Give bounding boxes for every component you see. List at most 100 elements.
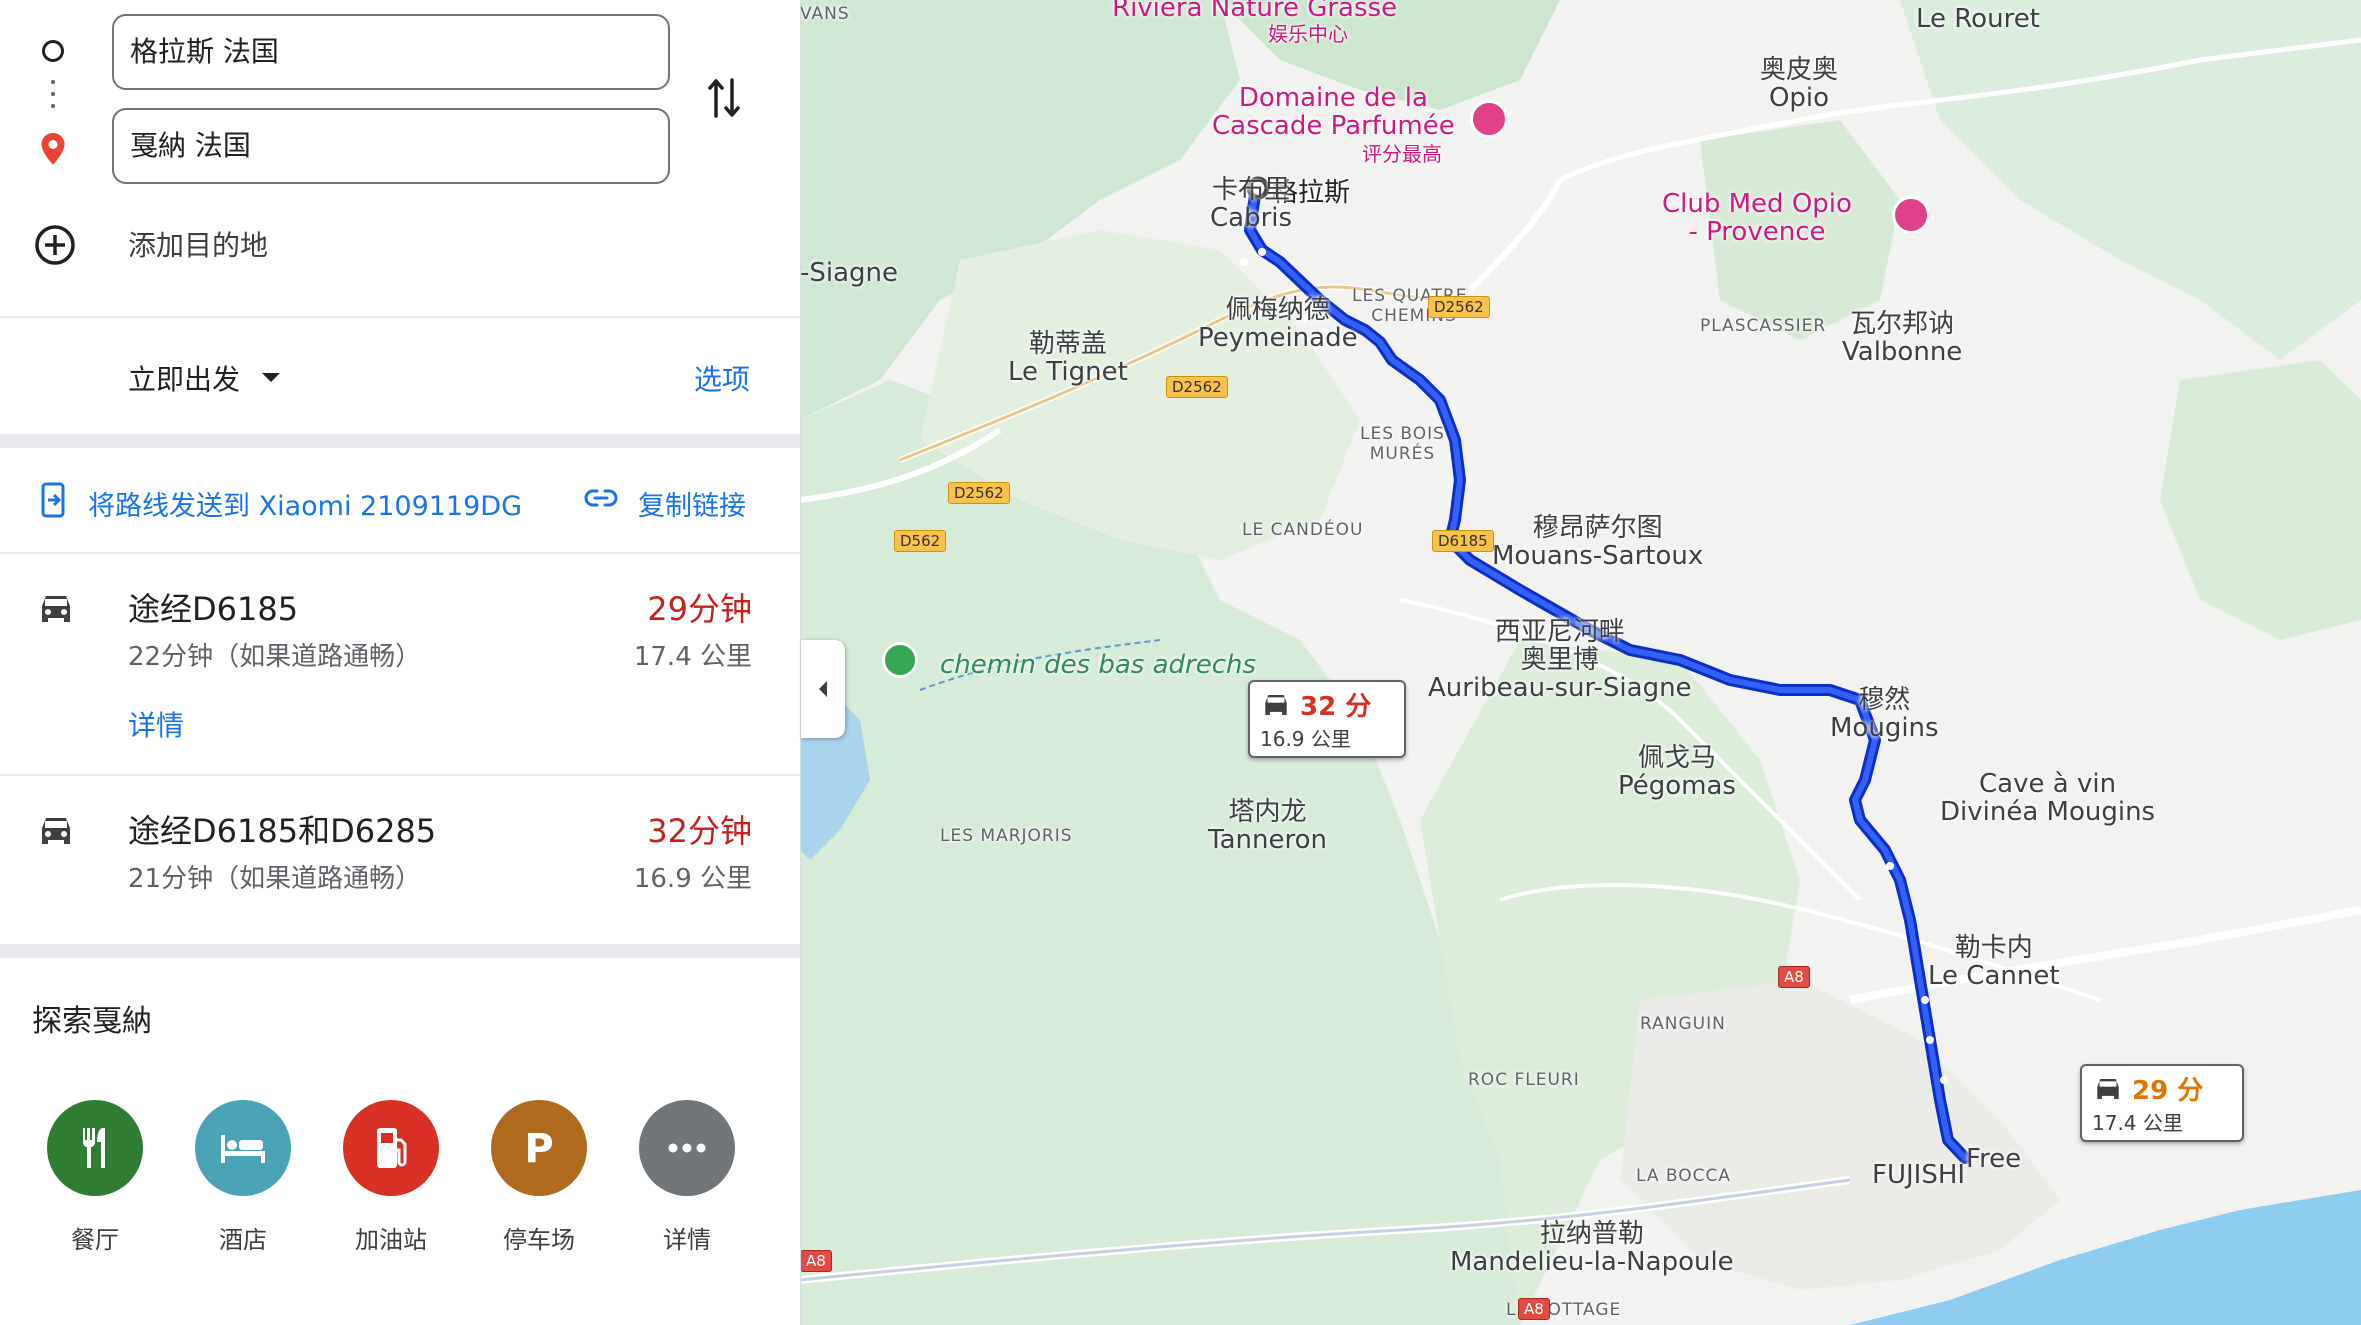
town-auribeau-fr: Auribeau-sur-Siagne	[1428, 673, 1692, 703]
label-free[interactable]: Free	[1966, 1144, 2021, 1174]
gas-station-button[interactable]	[343, 1100, 439, 1196]
town-tanneron-cn: 塔内龙	[1228, 797, 1307, 827]
town-valbonne-cn: 瓦尔邦讷	[1850, 309, 1955, 339]
link-icon[interactable]	[584, 486, 618, 510]
route-details-link[interactable]: 详情	[128, 704, 184, 744]
label-rouret: Le Rouret	[1916, 4, 2040, 34]
main-route-bubble[interactable]: 29 分 17.4 公里	[2080, 1064, 2244, 1142]
label-bois1: LES BOIS	[1360, 424, 1445, 444]
add-destination-icon[interactable]	[34, 224, 76, 266]
depart-label: 立即出发	[128, 363, 241, 396]
origin-input[interactable]: 格拉斯 法国	[112, 14, 670, 90]
town-cabris-fr: Cabris	[1210, 203, 1293, 233]
road-badge: D2562	[1428, 296, 1490, 318]
town-valbonne-fr: Valbonne	[1842, 337, 1963, 367]
town-mougins-fr: Mougins	[1830, 713, 1939, 743]
hotel-button[interactable]	[195, 1100, 291, 1196]
road-badge: D562	[894, 530, 947, 552]
collapse-panel-button[interactable]	[801, 640, 845, 738]
label-marjoris: LES MARJORIS	[940, 826, 1073, 846]
poi-cave-1: Cave à vin	[1979, 769, 2117, 799]
options-button[interactable]: 选项	[694, 358, 750, 398]
town-cannet: 勒卡内 Le Cannet	[1928, 934, 2060, 990]
svg-text:P: P	[524, 1126, 553, 1170]
destination-pin-icon	[41, 133, 65, 165]
route-distance: 16.9 公里	[633, 864, 752, 894]
road-badge: D2562	[948, 482, 1010, 504]
town-peymeinade: 佩梅纳德 Peymeinade	[1198, 296, 1358, 352]
more-button[interactable]	[639, 1100, 735, 1196]
add-destination-button[interactable]: 添加目的地	[128, 224, 268, 264]
main-route-distance: 17.4 公里	[2092, 1111, 2183, 1135]
swap-icon[interactable]	[706, 76, 742, 120]
town-peymeinade-fr: Peymeinade	[1198, 323, 1358, 353]
restaurant-label: 餐厅	[71, 1226, 119, 1254]
town-tanneron-fr: Tanneron	[1208, 825, 1327, 855]
alt-route-bubble[interactable]: 32 分 16.9 公里	[1248, 680, 1406, 758]
depart-time-selector[interactable]: 立即出发	[128, 358, 282, 398]
origin-circle-icon	[42, 40, 64, 62]
poi-domaine[interactable]: Domaine de la Cascade Parfumée	[1212, 84, 1455, 140]
town-cannet-fr: Le Cannet	[1928, 961, 2060, 991]
trail-poi-icon[interactable]	[882, 642, 918, 678]
route-typical-time: 22分钟（如果道路通畅）	[128, 642, 422, 672]
road-badge: A8	[1778, 966, 1810, 988]
town-cabris-cn: 卡布里	[1212, 175, 1291, 205]
poi-domaine-name1: Domaine de la	[1238, 83, 1428, 113]
town-auribeau: 西亚尼河畔 奥里博 Auribeau-sur-Siagne	[1428, 618, 1692, 702]
town-pegomas-fr: Pégomas	[1618, 771, 1736, 801]
route-title: 途经D6185和D6285	[128, 812, 437, 850]
town-peymeinade-cn: 佩梅纳德	[1225, 295, 1330, 325]
label-fujishi[interactable]: FUJISHI	[1872, 1160, 1965, 1190]
parking-label: 停车场	[503, 1226, 575, 1254]
town-valbonne: 瓦尔邦讷 Valbonne	[1842, 310, 1962, 366]
label-labocca: LA BOCCA	[1636, 1166, 1732, 1186]
label-plascassier: PLASCASSIER	[1700, 316, 1827, 336]
route-time: 29分钟	[647, 590, 752, 628]
town-mouans-cn: 穆昂萨尔图	[1532, 513, 1663, 543]
destination-input[interactable]: 戛納 法国	[112, 108, 670, 184]
hotel-poi-icon[interactable]	[1470, 100, 1508, 138]
town-mougins: 穆然 Mougins	[1830, 686, 1939, 742]
route-distance: 17.4 公里	[633, 642, 752, 672]
poi-clubmed[interactable]: Club Med Opio - Provence	[1662, 190, 1852, 246]
town-auribeau-cn2: 奥里博	[1520, 645, 1599, 675]
more-label: 详情	[663, 1226, 711, 1254]
gas-station-label: 加油站	[355, 1226, 427, 1254]
label-rocfleuri: ROC FLEURI	[1468, 1070, 1580, 1090]
town-cabris: 卡布里 Cabris	[1210, 176, 1292, 232]
explore-title: 探索戛納	[32, 1004, 152, 1039]
chevron-left-icon	[819, 681, 827, 697]
map-canvas[interactable]: 格拉斯 Riviera Nature Grasse 娱乐中心 Domaine d…	[800, 0, 2361, 1325]
road-badge: A8	[1518, 1298, 1550, 1320]
town-pegomas: 佩戈马 Pégomas	[1618, 744, 1736, 800]
hotel-icon	[221, 1135, 265, 1163]
town-pegomas-cn: 佩戈马	[1637, 743, 1716, 773]
label-vans: VANS	[800, 4, 850, 24]
route-option-1[interactable]: 途经D6185 29分钟 22分钟（如果道路通畅） 17.4 公里 详情	[0, 554, 800, 774]
copy-link-button[interactable]: 复制链接	[638, 484, 746, 523]
label-ranguin: RANGUIN	[1640, 1014, 1726, 1034]
label-bois-mures: LES BOIS MURÉS	[1360, 424, 1445, 464]
route-option-2[interactable]: 途经D6185和D6285 32分钟 21分钟（如果道路通畅） 16.9 公里	[0, 776, 800, 940]
car-icon	[42, 596, 70, 622]
poi-riviera-sub: 娱乐中心	[1268, 22, 1348, 46]
parking-icon: P	[524, 1126, 553, 1170]
parking-button[interactable]: P	[491, 1100, 587, 1196]
restaurant-button[interactable]	[47, 1100, 143, 1196]
clubmed-poi-icon[interactable]	[1892, 196, 1930, 234]
town-mouans: 穆昂萨尔图 Mouans-Sartoux	[1492, 514, 1703, 570]
send-to-phone-icon[interactable]	[40, 482, 66, 518]
town-mandelieu: 拉纳普勒 Mandelieu-la-Napoule	[1450, 1220, 1734, 1276]
town-opio-cn: 奥皮奥	[1760, 55, 1839, 85]
poi-riviera[interactable]: Riviera Nature Grasse	[1112, 0, 1397, 22]
town-tignet: 勒蒂盖 Le Tignet	[1008, 330, 1128, 386]
car-icon	[2097, 1078, 2119, 1099]
town-mouans-fr: Mouans-Sartoux	[1492, 541, 1704, 571]
hotel-label: 酒店	[219, 1226, 267, 1254]
poi-cave[interactable]: Cave à vin Divinéa Mougins	[1940, 770, 2155, 826]
town-tignet-cn: 勒蒂盖	[1028, 329, 1107, 359]
route-time: 32分钟	[647, 812, 752, 850]
send-to-phone-button[interactable]: 将路线发送到 Xiaomi 2109119DG	[88, 484, 522, 523]
road-badge: D2562	[1166, 376, 1228, 398]
